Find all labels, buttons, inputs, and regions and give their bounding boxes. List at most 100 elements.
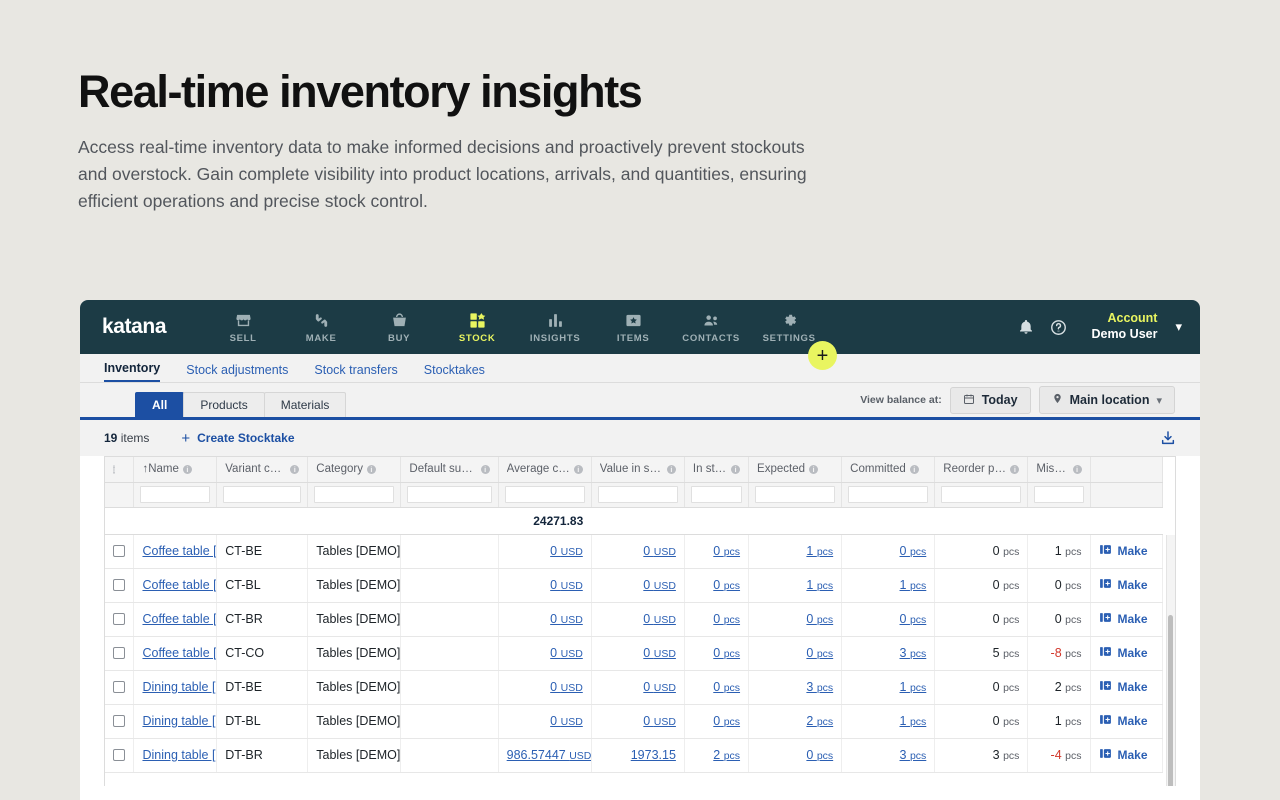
cell-expected[interactable]: 0 pcs [748,738,843,773]
cell-expected[interactable]: 1 pcs [748,568,843,603]
table-row[interactable]: Dining table [[DT-BR Tables [DEMO] 986.574… [105,738,1163,773]
row-checkbox[interactable] [113,545,125,557]
cell-committed[interactable]: 1 pcs [841,670,936,705]
cell-committed[interactable]: 3 pcs [841,636,936,671]
nav-item-contacts[interactable]: CONTACTS [672,310,750,344]
cell-average-cost[interactable]: 0 USD [498,568,592,603]
row-checkbox[interactable] [113,613,125,625]
cell-name[interactable]: Coffee table [[ [133,602,218,637]
add-button[interactable]: + [808,341,837,370]
filter-input-expected[interactable] [755,486,836,503]
filter-input-committed[interactable] [848,486,929,503]
location-picker-button[interactable]: Main location ▾ [1038,386,1175,414]
cell-actions[interactable]: Make [1090,636,1163,671]
cell-name[interactable]: Coffee table [[ [133,534,218,569]
column-variant-code[interactable]: Variant cod... i [216,457,309,483]
make-button[interactable]: Make [1099,679,1155,695]
filter-input-value[interactable] [597,486,678,503]
tab-stocktakes[interactable]: Stocktakes [424,363,485,382]
table-row[interactable]: Coffee table [[CT-BR Tables [DEMO] 0 USD 0 … [105,602,1163,637]
cell-average-cost[interactable]: 0 USD [498,636,592,671]
table-row[interactable]: Dining table [[DT-BL Tables [DEMO] 0 USD 0 … [105,704,1163,739]
product-name-link[interactable]: Coffee table [[ [142,544,215,558]
cell-expected[interactable]: 1 pcs [748,534,843,569]
cell-actions[interactable]: Make [1090,534,1163,569]
cell-in-stock[interactable]: 2 pcs [684,738,750,773]
cell-average-cost[interactable]: 0 USD [498,602,592,637]
segment-materials[interactable]: Materials [263,392,347,417]
column-expected[interactable]: Expected i [748,457,843,483]
cell-name[interactable]: Coffee table [[ [133,636,218,671]
column-category[interactable]: Category i [307,457,402,483]
product-name-link[interactable]: Dining table [[ [142,714,215,728]
make-button[interactable]: Make [1099,747,1155,763]
row-checkbox[interactable] [113,715,125,727]
filter-input-avg-cost[interactable] [504,486,585,503]
help-icon[interactable] [1050,319,1067,336]
row-checkbox[interactable] [113,647,125,659]
segment-products[interactable]: Products [183,392,265,417]
cell-value-in-stock[interactable]: 0 USD [591,602,685,637]
cell-committed[interactable]: 1 pcs [841,704,936,739]
cell-actions[interactable]: Make [1090,568,1163,603]
table-row[interactable]: Coffee table [[CT-BE Tables [DEMO] 0 USD 0 … [105,534,1163,569]
filter-input-supplier[interactable] [407,486,492,503]
cell-value-in-stock[interactable]: 0 USD [591,670,685,705]
cell-expected[interactable]: 0 pcs [748,636,843,671]
cell-actions[interactable]: Make [1090,704,1163,739]
nav-item-sell[interactable]: SELL [204,310,282,344]
row-checkbox[interactable] [113,681,125,693]
cell-value-in-stock[interactable]: 1973.15 [591,738,685,773]
cell-name[interactable]: Dining table [[ [133,704,218,739]
nav-item-stock[interactable]: STOCK [438,310,516,344]
filter-input-in-stock[interactable] [690,486,743,503]
table-row[interactable]: Coffee table [[CT-CO Tables [DEMO] 0 USD 0 … [105,636,1163,671]
table-row[interactable]: Coffee table [[CT-BL Tables [DEMO] 0 USD 0 … [105,568,1163,603]
nav-item-items[interactable]: ITEMS [594,310,672,344]
filter-input-missing[interactable] [1034,486,1084,503]
cell-expected[interactable]: 2 pcs [748,704,843,739]
table-row[interactable]: Dining table [[DT-BE Tables [DEMO] 0 USD 0 … [105,670,1163,705]
cell-actions[interactable]: Make [1090,670,1163,705]
column-value-in-stock[interactable]: Value in sto... i [591,457,685,483]
cell-in-stock[interactable]: 0 pcs [684,568,750,603]
column-missing[interactable]: Missin...i [1027,457,1091,483]
product-name-link[interactable]: Dining table [[ [142,680,215,694]
tab-stock-transfers[interactable]: Stock transfers [314,363,397,382]
product-name-link[interactable]: Coffee table [[ [142,612,215,626]
download-icon[interactable] [1160,430,1176,446]
row-checkbox[interactable] [113,749,125,761]
nav-item-insights[interactable]: INSIGHTS [516,310,594,344]
column-default-supplier[interactable]: Default supp... i [400,457,499,483]
cell-value-in-stock[interactable]: 0 USD [591,534,685,569]
nav-item-make[interactable]: MAKE [282,310,360,344]
product-name-link[interactable]: Dining table [[ [142,748,215,762]
column-average-cost[interactable]: Average cost i [498,457,592,483]
nav-item-settings[interactable]: SETTINGS [750,310,828,344]
cell-average-cost[interactable]: 0 USD [498,670,592,705]
account-menu[interactable]: Account Demo User [1091,311,1157,342]
cell-actions[interactable]: Make [1090,602,1163,637]
row-checkbox[interactable] [113,579,125,591]
column-committed[interactable]: Committed i [841,457,936,483]
filter-input-reorder[interactable] [941,486,1022,503]
cell-in-stock[interactable]: 0 pcs [684,704,750,739]
tab-inventory[interactable]: Inventory [104,361,161,382]
cell-value-in-stock[interactable]: 0 USD [591,704,685,739]
product-name-link[interactable]: Coffee table [[ [142,578,215,592]
make-button[interactable]: Make [1099,577,1155,593]
notifications-bell-icon[interactable] [1018,319,1034,335]
segment-all[interactable]: All [135,392,185,417]
cell-average-cost[interactable]: 0 USD [498,534,592,569]
cell-name[interactable]: Dining table [[ [133,738,218,773]
product-name-link[interactable]: Coffee table [[ [142,646,215,660]
make-button[interactable]: Make [1099,543,1155,559]
cell-in-stock[interactable]: 0 pcs [684,670,750,705]
cell-committed[interactable]: 3 pcs [841,738,936,773]
cell-average-cost[interactable]: 986.57447 USD [498,738,592,773]
column-in-stock[interactable]: In stocki [684,457,750,483]
make-button[interactable]: Make [1099,611,1155,627]
cell-in-stock[interactable]: 0 pcs [684,636,750,671]
filter-input-category[interactable] [314,486,395,503]
column-name[interactable]: ↑Name i [133,457,218,483]
